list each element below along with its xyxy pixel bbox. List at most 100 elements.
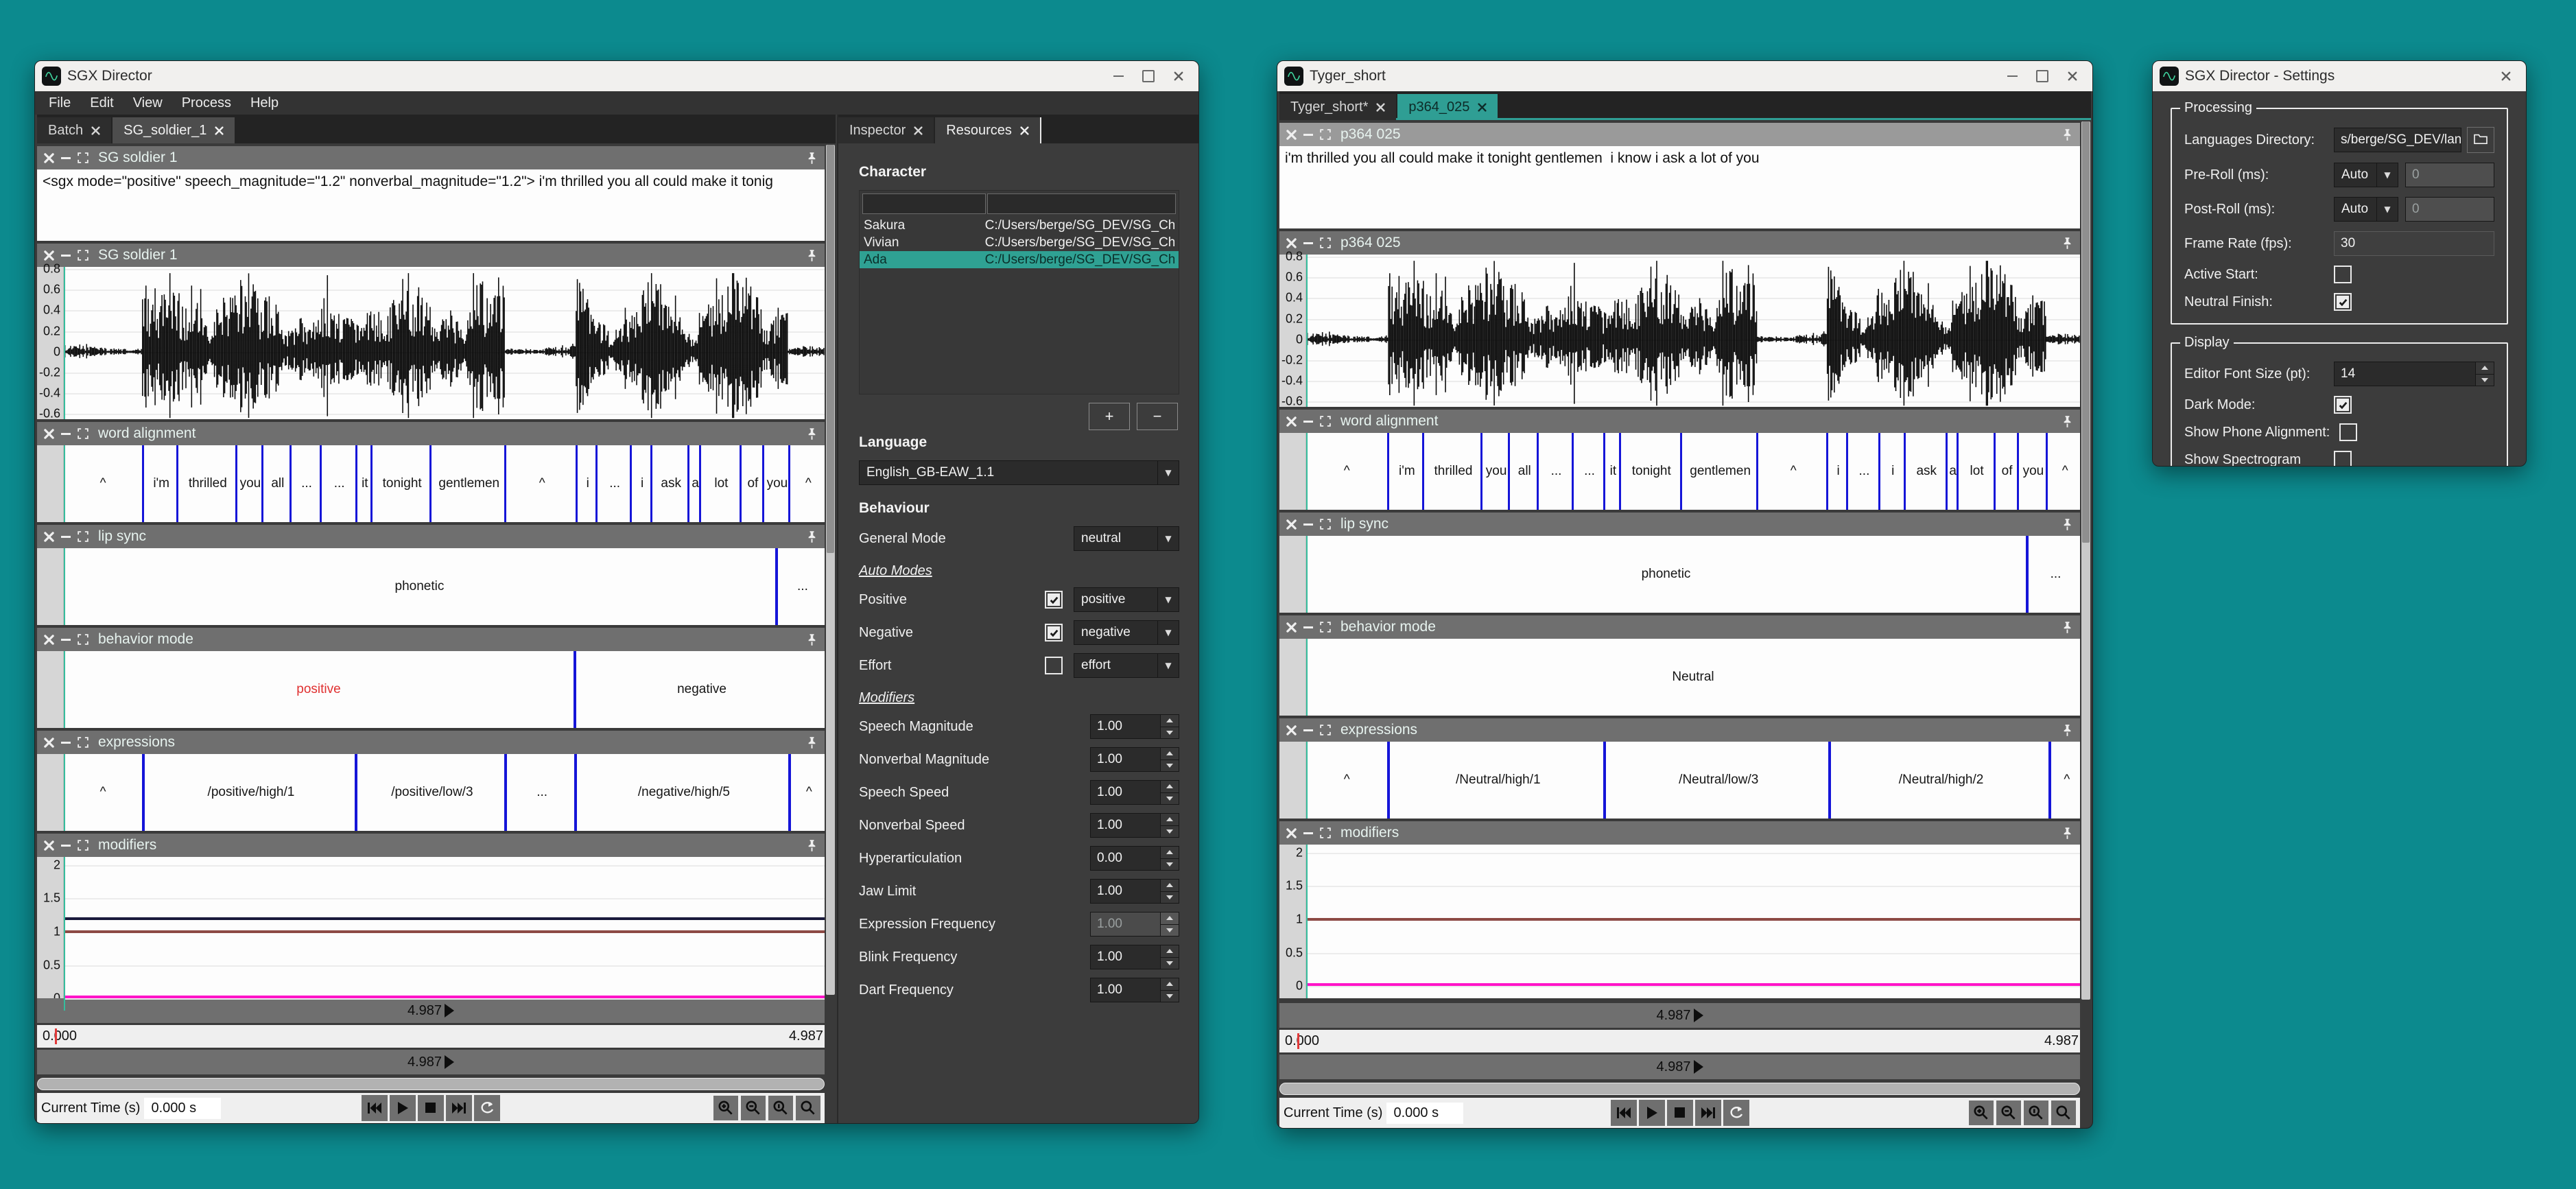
modifiers-graph[interactable] (64, 857, 825, 1011)
tab-inspector[interactable]: Inspector (838, 117, 934, 143)
playhead-line[interactable] (64, 857, 65, 1011)
segment-all[interactable]: all (261, 445, 292, 522)
panel-close-icon[interactable] (1286, 725, 1297, 735)
minimize-button[interactable] (2006, 70, 2018, 82)
panel-expand-icon[interactable] (78, 152, 88, 163)
tab-close-icon[interactable] (1376, 103, 1385, 112)
positive-mode-select[interactable]: positive▼ (1074, 587, 1179, 612)
panel-vertical-scrollbar[interactable] (826, 145, 835, 995)
spinner-down-icon[interactable] (1161, 727, 1179, 739)
segment--[interactable]: ... (1572, 433, 1605, 510)
show-spectrogram-checkbox[interactable] (2334, 451, 2352, 467)
playhead-line[interactable] (64, 445, 65, 522)
nonverbal-magnitude-spinner[interactable]: 1.00 (1090, 747, 1179, 772)
pin-icon[interactable] (806, 152, 818, 165)
playhead-line[interactable] (64, 267, 65, 419)
language-select[interactable]: English_GB-EAW_1.1 ▼ (859, 460, 1179, 485)
panel-minimize-icon[interactable] (61, 433, 71, 435)
dart-frequency-spinner[interactable]: 1.00 (1090, 978, 1179, 1002)
segment-of[interactable]: of (740, 445, 764, 522)
tab-close-icon[interactable] (215, 126, 224, 135)
behavior-mode-track[interactable]: Neutral (1306, 639, 2080, 716)
panel-expand-icon[interactable] (78, 250, 88, 261)
panel-close-icon[interactable] (1286, 416, 1297, 427)
segment--[interactable]: ^ (1306, 433, 1387, 510)
tab-tyger-short-[interactable]: Tyger_short* (1279, 94, 1396, 120)
segment-you[interactable]: you (235, 445, 264, 522)
segment--[interactable]: ... (775, 548, 825, 625)
panel-close-icon[interactable] (1286, 622, 1297, 633)
character-row-vivian[interactable]: VivianC:/Users/berge/SG_DEV/SG_Characte.… (860, 234, 1179, 251)
maximize-button[interactable] (2036, 70, 2048, 82)
show-phone-alignment-checkbox[interactable] (2339, 423, 2357, 441)
spinner-up-icon[interactable] (1161, 814, 1179, 825)
segment-you[interactable]: you (762, 445, 790, 522)
panel-close-icon[interactable] (44, 840, 54, 851)
character-row-ada[interactable]: AdaC:/Users/berge/SG_DEV/SG_Characte... (860, 251, 1179, 268)
panel-close-icon[interactable] (1286, 238, 1297, 248)
spinner-down-icon[interactable] (1161, 792, 1179, 805)
segment--[interactable]: ... (1846, 433, 1880, 510)
segment--[interactable]: ... (320, 445, 357, 522)
panel-expand-icon[interactable] (78, 428, 88, 439)
behavior-mode-track[interactable]: positivenegative (64, 651, 825, 728)
close-button[interactable] (2066, 70, 2079, 82)
segment--[interactable]: ^ (788, 754, 825, 831)
tab-batch[interactable]: Batch (37, 117, 111, 143)
browse-folder-button[interactable] (2467, 127, 2494, 153)
zoom-in-button[interactable] (1969, 1100, 1994, 1125)
segment--[interactable]: ^ (1756, 433, 1828, 510)
timeline-ruler[interactable]: 0.000 4.987 (1279, 1030, 2080, 1052)
segment-phonetic[interactable]: phonetic (1306, 536, 2026, 613)
playhead-line[interactable] (1306, 255, 1308, 407)
segment-i-m[interactable]: i'm (142, 445, 178, 522)
panel-close-icon[interactable] (44, 429, 54, 439)
panel-expand-icon[interactable] (1320, 237, 1331, 248)
panel-minimize-icon[interactable] (1303, 523, 1313, 526)
post-roll-value-field[interactable]: 0 (2405, 197, 2494, 222)
languages-directory-field[interactable]: s/berge/SG_DEV/languages (2334, 128, 2461, 152)
zoom-out-button[interactable] (741, 1096, 766, 1120)
spinner-up-icon[interactable] (1161, 715, 1179, 727)
tab-close-icon[interactable] (1478, 103, 1487, 112)
add-character-button[interactable]: + (1089, 403, 1130, 430)
panel-minimize-icon[interactable] (61, 845, 71, 847)
left-titlebar[interactable]: SGX Director (35, 61, 1198, 91)
segment-negative[interactable]: negative (574, 651, 825, 728)
pin-icon[interactable] (2061, 237, 2073, 250)
spinner-up-icon[interactable] (1161, 978, 1179, 990)
segment-gentlemen[interactable]: gentlemen (1680, 433, 1759, 510)
segment--[interactable]: ^ (64, 445, 142, 522)
segment-i[interactable]: i (1826, 433, 1848, 510)
panel-minimize-icon[interactable] (1303, 626, 1313, 628)
pin-icon[interactable] (806, 249, 818, 262)
effort-checkbox[interactable] (1045, 657, 1063, 674)
zoom-fit-button[interactable] (2051, 1100, 2076, 1125)
skip-end-button[interactable] (1695, 1100, 1721, 1126)
pre-roll-value-field[interactable]: 0 (2405, 163, 2494, 187)
zoom-in-button[interactable] (713, 1096, 738, 1120)
spinner-down-icon[interactable] (1161, 924, 1179, 937)
segment-ask[interactable]: ask (1904, 433, 1948, 510)
pin-icon[interactable] (806, 427, 818, 440)
dark-mode-checkbox[interactable] (2334, 396, 2352, 414)
spinner-down-icon[interactable] (1161, 858, 1179, 871)
segment-all[interactable]: all (1508, 433, 1539, 510)
spinner-up-icon[interactable] (1161, 847, 1179, 858)
panel-close-icon[interactable] (44, 250, 54, 261)
tab-close-icon[interactable] (91, 126, 100, 135)
negative-mode-select[interactable]: negative▼ (1074, 620, 1179, 645)
segment-i-m[interactable]: i'm (1387, 433, 1424, 510)
menu-process[interactable]: Process (174, 94, 239, 113)
panel-expand-icon[interactable] (1320, 622, 1331, 633)
panel-expand-icon[interactable] (78, 531, 88, 542)
panel-close-icon[interactable] (1286, 519, 1297, 530)
settings-titlebar[interactable]: SGX Director - Settings (2153, 61, 2526, 91)
pin-icon[interactable] (2061, 415, 2073, 428)
modifier-curve[interactable] (64, 917, 825, 920)
pin-icon[interactable] (806, 633, 818, 646)
spinner-up-icon[interactable] (1161, 880, 1179, 891)
loop-end-bar[interactable]: 4.987 (1279, 1055, 2080, 1079)
character-name-filter[interactable] (862, 193, 986, 214)
modifiers-graph[interactable] (1306, 845, 2080, 998)
